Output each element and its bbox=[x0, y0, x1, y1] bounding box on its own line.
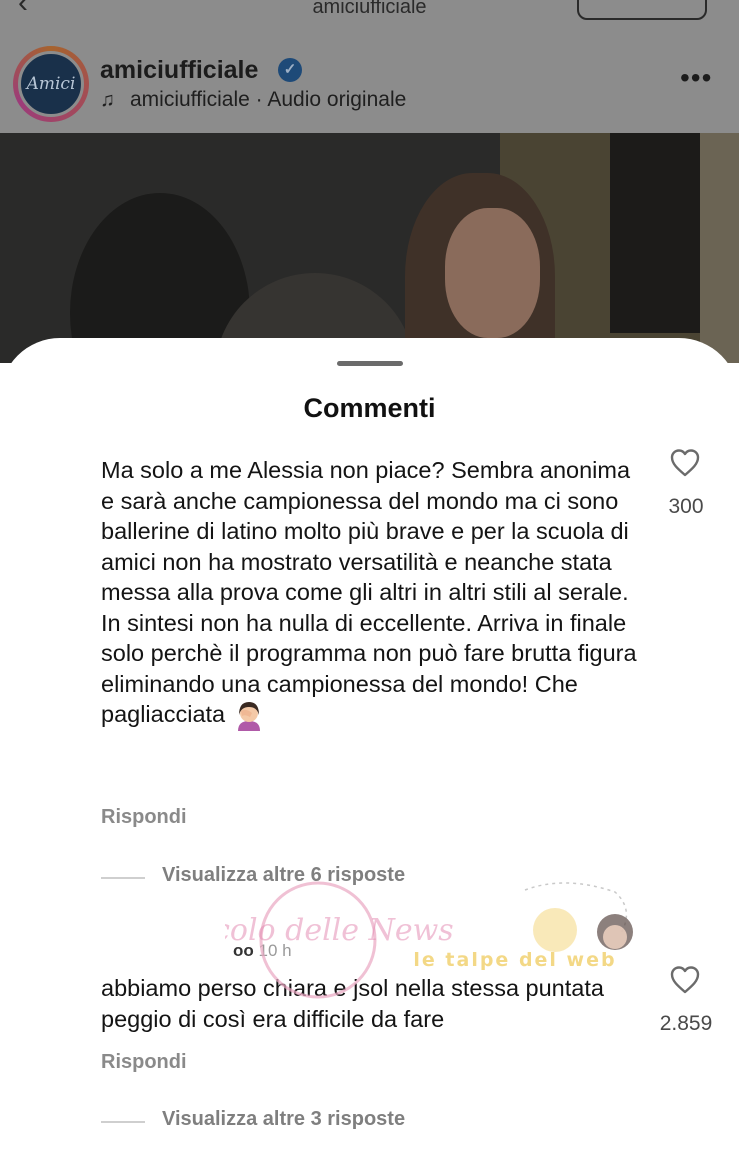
audio-label: Audio originale bbox=[267, 88, 407, 111]
divider-line bbox=[101, 1121, 145, 1123]
comment-author[interactable]: oo bbox=[233, 941, 254, 960]
verified-badge-icon: ✓ bbox=[278, 58, 302, 82]
like-count: 300 bbox=[668, 495, 704, 518]
top-navigation-bar: ‹ amiciufficiale bbox=[0, 0, 739, 30]
video-preview bbox=[0, 133, 739, 363]
comment-body: Ma solo a me Alessia non piace? Sembra a… bbox=[101, 457, 637, 728]
music-note-icon: ♫ bbox=[100, 89, 115, 111]
audio-row[interactable]: ♫ amiciufficiale · Audio originale bbox=[100, 88, 406, 112]
follow-button[interactable] bbox=[577, 0, 707, 20]
comment-text: abbiamo perso chiara e jsol nella stessa… bbox=[101, 973, 626, 1034]
sheet-title: Commenti bbox=[303, 393, 436, 423]
audio-artist: amiciufficiale bbox=[130, 88, 250, 111]
drag-handle[interactable] bbox=[337, 361, 403, 366]
video-background-dark bbox=[610, 133, 700, 333]
more-options-icon[interactable]: ••• bbox=[680, 62, 712, 94]
comment-text: Ma solo a me Alessia non piace? Sembra a… bbox=[101, 455, 641, 733]
post-header: Amici amiciufficiale ✓ ♫ amiciufficiale ·… bbox=[0, 30, 739, 133]
post-username[interactable]: amiciufficiale bbox=[100, 56, 258, 85]
woman-facepalming-icon bbox=[237, 702, 260, 731]
comment-meta: oo 10 h bbox=[233, 941, 292, 961]
comment-body: abbiamo perso chiara e jsol nella stessa… bbox=[101, 975, 604, 1032]
reply-button[interactable]: Rispondi bbox=[101, 806, 187, 829]
comment-time: 10 h bbox=[258, 941, 292, 960]
reply-button[interactable]: Rispondi bbox=[101, 1051, 187, 1074]
video-person-face bbox=[445, 208, 540, 338]
like-heart-icon[interactable] bbox=[668, 446, 702, 480]
view-more-replies-label: Visualizza altre 3 risposte bbox=[162, 1108, 406, 1130]
view-more-replies-label: Visualizza altre 6 risposte bbox=[162, 864, 406, 886]
like-heart-icon[interactable] bbox=[668, 963, 702, 997]
avatar-logo-text: Amici bbox=[26, 74, 76, 94]
avatar[interactable]: Amici bbox=[18, 51, 84, 117]
like-count: 2.859 bbox=[659, 1012, 713, 1035]
avatar-story-ring[interactable]: Amici bbox=[13, 46, 89, 122]
divider-line bbox=[101, 877, 145, 879]
video-background-light bbox=[700, 133, 739, 363]
audio-separator: · bbox=[255, 88, 263, 111]
